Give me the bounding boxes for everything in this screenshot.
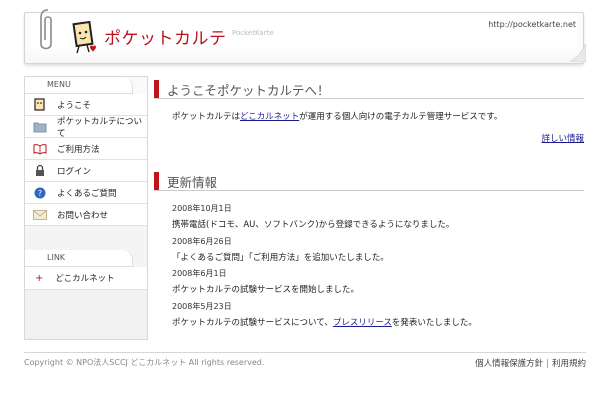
sidebar-item-about[interactable]: ポケットカルテについて [25, 116, 147, 139]
svg-text:?: ? [38, 189, 42, 198]
news-heading: 更新情報 [154, 172, 584, 191]
sidebar-item-welcome[interactable]: ようこそ [25, 94, 147, 116]
news-date: 2008年6月1日 [172, 269, 227, 279]
news-text: 「よくあるご質問」「ご利用方法」を追加いたしました。 [172, 252, 389, 263]
heading-accent-bar [154, 172, 159, 190]
news-text-suffix: を発表いたしました。 [391, 318, 477, 329]
news-text: ポケットカルテの試験サービスについて、プレスリリースを発表いたしました。 [172, 315, 584, 331]
site-logo-text[interactable]: ポケットカルテ [104, 24, 227, 49]
main-content: ようこそポケットカルテへ！ ポケットカルテはどこカルネットが運用する個人向けの電… [154, 80, 584, 331]
sidebar: MENU ようこそ ポケットカルテについて ご利用方法 ログイン ? よくあるご… [24, 76, 148, 340]
sidebar-item-label: ご利用方法 [57, 144, 100, 155]
press-release-link[interactable]: プレスリリース [333, 318, 392, 328]
news-title: 更新情報 [167, 174, 218, 190]
news-date: 2008年5月23日 [172, 301, 232, 311]
sidebar-item-faq[interactable]: ? よくあるご質問 [25, 182, 147, 204]
heading-accent-bar [154, 80, 159, 98]
menu-heading: MENU [25, 77, 133, 94]
site-logo-subtitle: PocketKarte [232, 29, 274, 37]
lock-icon [33, 164, 47, 178]
more-info-link[interactable]: 詳しい情報 [541, 134, 584, 144]
more-info-row: 詳しい情報 [154, 132, 584, 144]
welcome-title: ようこそポケットカルテへ！ [167, 82, 330, 98]
welcome-text-suffix: が運用する個人向けの電子カルテ管理サービスです。 [299, 112, 503, 122]
sidebar-link-dokokarunet[interactable]: + どこカルネット [25, 267, 147, 290]
terms-link[interactable]: 利用規約 [552, 359, 586, 369]
sidebar-item-label: ようこそ [57, 100, 92, 111]
mail-icon [33, 208, 47, 222]
sidebar-item-label: お問い合わせ [57, 210, 109, 221]
site-url: http://pocketkarte.net [488, 20, 576, 29]
welcome-text: ポケットカルテはどこカルネットが運用する個人向けの電子カルテ管理サービスです。 [172, 111, 584, 124]
footer-links: 個人情報保護方針 | 利用規約 [475, 357, 586, 369]
news-date: 2008年6月26日 [172, 236, 232, 246]
privacy-policy-link[interactable]: 個人情報保護方針 [475, 359, 543, 369]
copyright: Copyright © NPO法人SCCJ どこカルネット All rights… [24, 358, 265, 367]
sidebar-item-label: よくあるご質問 [57, 188, 117, 199]
news-list: 2008年10月1日 携帯電話(ドコモ、AU、ソフトバンク)から登録できるように… [172, 201, 584, 331]
plus-icon: + [35, 272, 44, 284]
link-heading: LINK [25, 250, 133, 267]
sidebar-item-label: ログイン [57, 166, 92, 177]
book-icon [33, 142, 47, 156]
welcome-heading: ようこそポケットカルテへ！ [154, 80, 584, 99]
sidebar-link-label: どこカルネット [55, 274, 115, 284]
news-text: 携帯電話(ドコモ、AU、ソフトバンク)から登録できるようになりました。 [172, 220, 455, 231]
news-text-prefix: ポケットカルテの試験サービスについて、 [172, 318, 333, 329]
news-date: 2008年10月1日 [172, 204, 232, 213]
card-icon [33, 97, 47, 112]
question-icon: ? [33, 186, 47, 200]
sidebar-item-usage[interactable]: ご利用方法 [25, 138, 147, 160]
sidebar-item-label: ポケットカルテについて [57, 116, 143, 139]
sidebar-item-contact[interactable]: お問い合わせ [25, 204, 147, 226]
folder-icon [33, 120, 47, 134]
sidebar-item-login[interactable]: ログイン [25, 160, 147, 182]
paperclip-icon [40, 9, 52, 50]
footer-separator: | [546, 359, 549, 369]
pocketkarte-logo-icon [72, 20, 96, 54]
page-curl-icon [570, 44, 586, 62]
footer-divider [24, 352, 586, 353]
dokokarunet-link[interactable]: どこカルネット [240, 112, 299, 122]
welcome-text-prefix: ポケットカルテは [172, 112, 241, 122]
news-text: ポケットカルテの試験サービスを開始しました。 [172, 285, 360, 296]
